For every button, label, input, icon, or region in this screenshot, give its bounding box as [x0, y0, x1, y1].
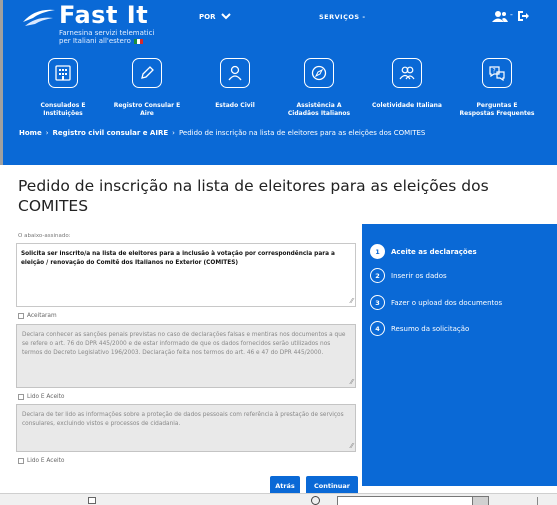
- nav-item-consulados[interactable]: Consulados E Instituições: [25, 58, 101, 118]
- step-number: 2: [370, 268, 385, 283]
- site-header: Fast It Farnesina servizi telematici per…: [0, 0, 557, 165]
- user-separator: -: [510, 10, 513, 19]
- step-1: 1 Aceite as declarações: [370, 244, 477, 259]
- compass-icon: [311, 65, 327, 81]
- nav-label: Consulados E Instituições: [40, 102, 86, 117]
- step-label: Resumo da solicitação: [391, 324, 470, 333]
- divider: [537, 497, 538, 505]
- nav-label: Registro Consular E Aire: [113, 102, 181, 117]
- step-number: 1: [370, 244, 385, 259]
- declaration-textarea[interactable]: Declara conhecer as sanções penais previ…: [16, 324, 356, 388]
- privacy-read-checkbox[interactable]: Lido E Aceito: [18, 394, 64, 400]
- nav-label: Coletividade Italiana: [372, 102, 442, 109]
- privacy-accept-checkbox[interactable]: Lido E Aceito: [18, 458, 64, 464]
- nav-label: Assistência A Cidadãos Italianos: [287, 102, 351, 117]
- chevron-down-icon[interactable]: [221, 11, 231, 21]
- bottom-input[interactable]: [337, 496, 489, 505]
- logo-swoosh-icon: [23, 9, 55, 26]
- nav-item-perguntas[interactable]: ? Perguntas E Respostas Frequentes: [459, 58, 535, 118]
- step-2: 2 Inserir os dados: [370, 268, 447, 283]
- breadcrumb-current: Pedido de inscrição na lista de eleitore…: [178, 129, 426, 137]
- accept-declarations-checkbox[interactable]: Aceitaram: [18, 313, 57, 319]
- group-icon: [399, 66, 415, 80]
- logo-subtitle: Farnesina servizi telematici per Italian…: [59, 29, 155, 45]
- user-group-icon[interactable]: [492, 10, 508, 22]
- svg-text:?: ?: [493, 68, 496, 75]
- language-selector[interactable]: POR: [199, 13, 215, 21]
- step-3: 3 Fazer o upload dos documentos: [370, 295, 502, 310]
- logo-title: Fast It: [59, 1, 149, 29]
- help-circle-icon[interactable]: [311, 496, 320, 505]
- pencil-icon: [141, 66, 154, 79]
- nav-item-assistencia[interactable]: Assistência A Cidadãos Italianos: [281, 58, 357, 118]
- window-icon[interactable]: [88, 497, 96, 504]
- step-label: Inserir os dados: [391, 271, 447, 280]
- privacy-textarea[interactable]: Declara de ter lido as informações sobre…: [16, 404, 356, 452]
- resize-handle-icon[interactable]: ⁄⁄: [351, 442, 353, 450]
- request-textarea[interactable]: Solicita ser inscrito/a na lista de elei…: [16, 243, 356, 307]
- undersigned-label: O abaixo-assinado:: [18, 233, 71, 239]
- step-label: Fazer o upload dos documentos: [391, 298, 503, 307]
- checkbox-icon[interactable]: [18, 313, 24, 319]
- chat-question-icon: ?: [489, 66, 505, 82]
- breadcrumb-section[interactable]: Registro civil consular e AIRE: [53, 129, 169, 137]
- step-label: Aceite as declarações: [391, 247, 477, 256]
- step-4: 4 Resumo da solicitação: [370, 321, 469, 336]
- services-menu[interactable]: SERVIÇOS -: [319, 13, 366, 21]
- checkbox-icon[interactable]: [18, 458, 24, 464]
- fast-it-logo[interactable]: Fast It Farnesina servizi telematici per…: [21, 1, 171, 46]
- breadcrumb: Home › Registro civil consular e AIRE › Pedi…: [19, 129, 426, 137]
- logout-icon[interactable]: [517, 10, 529, 22]
- step-number: 4: [370, 321, 385, 336]
- scroll-button[interactable]: [472, 496, 489, 505]
- resize-handle-icon[interactable]: ⁄⁄: [351, 378, 353, 386]
- checkbox-icon[interactable]: [18, 394, 24, 400]
- step-number: 3: [370, 295, 385, 310]
- nav-item-estado-civil[interactable]: Estado Civil: [197, 58, 273, 110]
- resize-handle-icon[interactable]: ⁄⁄: [351, 297, 353, 305]
- browser-bottom-bar: [0, 493, 557, 505]
- steps-panel: 1 Aceite as declarações 2 Inserir os dad…: [362, 224, 557, 486]
- nav-item-registro-consular[interactable]: Registro Consular E Aire: [109, 58, 185, 118]
- page-title: Pedido de inscrição na lista de eleitore…: [18, 177, 489, 215]
- nav-label: Perguntas E Respostas Frequentes: [459, 102, 535, 117]
- nav-item-coletividade[interactable]: Coletividade Italiana: [369, 58, 445, 110]
- italian-flag-icon: [133, 38, 143, 44]
- building-icon: [55, 65, 71, 81]
- person-icon: [228, 65, 242, 81]
- breadcrumb-home[interactable]: Home: [19, 129, 42, 137]
- nav-label: Estado Civil: [215, 102, 255, 109]
